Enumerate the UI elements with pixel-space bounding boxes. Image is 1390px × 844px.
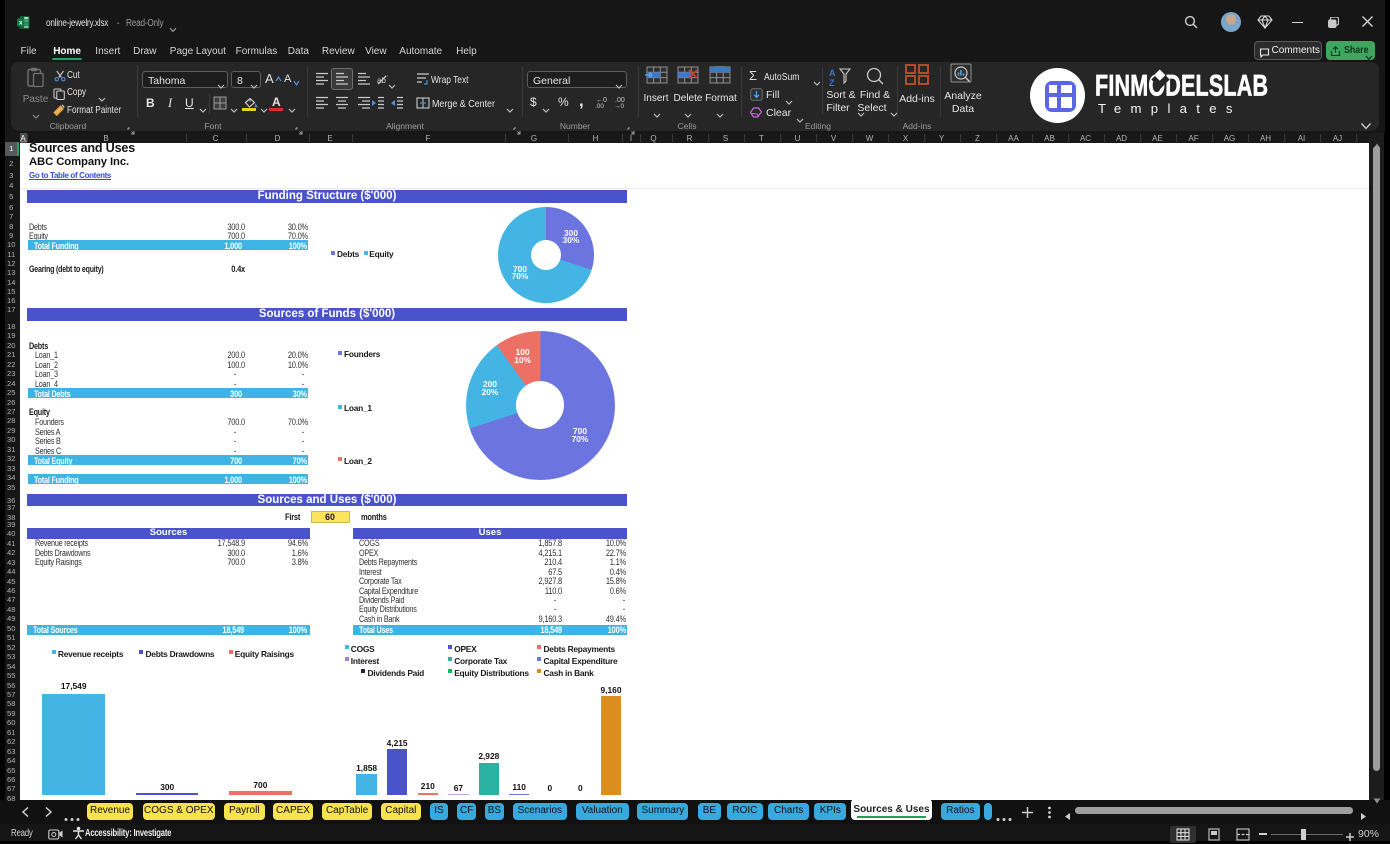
svg-text:A: A xyxy=(829,68,836,78)
svg-text:ab: ab xyxy=(377,76,386,85)
svg-text:Z: Z xyxy=(829,78,835,87)
svg-text:x: x xyxy=(19,20,23,27)
